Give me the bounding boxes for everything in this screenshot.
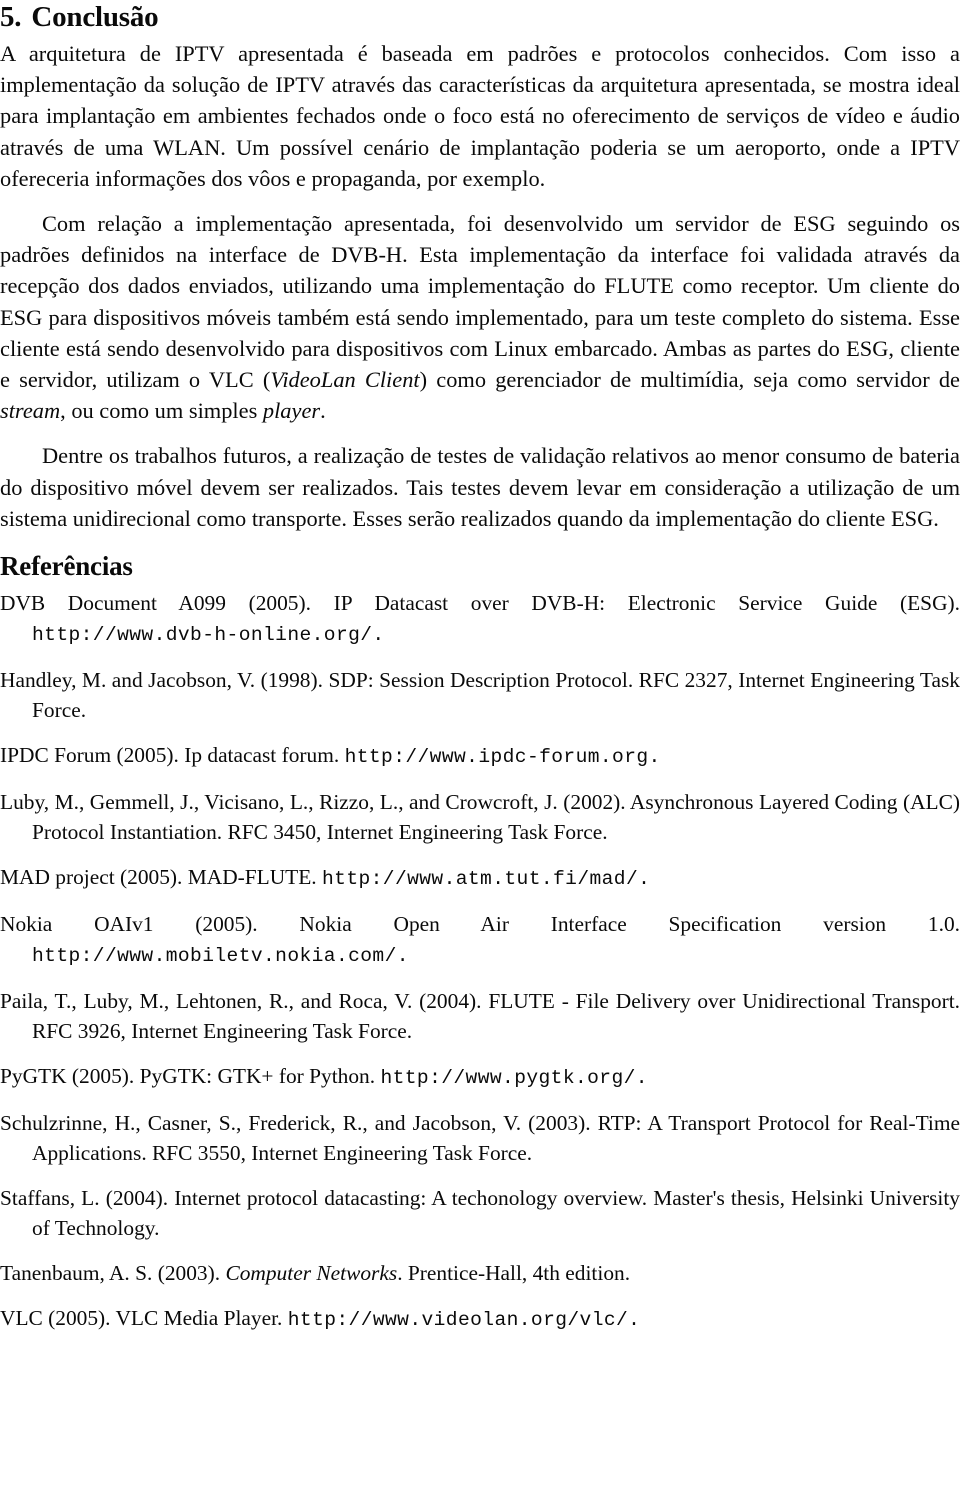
reference-entry: VLC (2005). VLC Media Player. http://www… (0, 1303, 960, 1335)
document-page: 5. Conclusão A arquitetura de IPTV aprese… (0, 0, 960, 1496)
text-run: Schulzrinne, H., Casner, S., Frederick, … (0, 1111, 960, 1166)
text-run: IPDC Forum (2005). Ip datacast forum. (0, 743, 345, 768)
reference-url[interactable]: http://www.ipdc-forum.org. (345, 746, 661, 768)
text-run: , ou como um simples (60, 398, 263, 424)
text-run: Tanenbaum, A. S. (2003). (0, 1261, 226, 1286)
text-run: PyGTK (2005). PyGTK: GTK+ for Python. (0, 1064, 381, 1089)
reference-url[interactable]: http://www.dvb-h-online.org/. (32, 624, 385, 646)
reference-url[interactable]: http://www.videolan.org/vlc/. (288, 1309, 641, 1331)
text-run: Luby, M., Gemmell, J., Vicisano, L., Riz… (0, 790, 960, 845)
reference-url[interactable]: http://www.pygtk.org/. (380, 1067, 647, 1089)
text-run: ) como gerenciador de multimídia, seja c… (419, 367, 960, 393)
references-list: DVB Document A099 (2005). IP Datacast ov… (0, 588, 960, 1335)
text-run: Dentre os trabalhos futuros, a realizaçã… (0, 443, 960, 531)
text-run: Com relação a implementação apresentada,… (0, 211, 960, 393)
reference-entry: Schulzrinne, H., Casner, S., Frederick, … (0, 1108, 960, 1168)
reference-entry: Handley, M. and Jacobson, V. (1998). SDP… (0, 665, 960, 725)
text-run: VLC (2005). VLC Media Player. (0, 1306, 288, 1331)
paragraph-p3: Dentre os trabalhos futuros, a realizaçã… (0, 440, 960, 534)
text-run: A arquitetura de IPTV apresentada é base… (0, 41, 960, 191)
text-run: Handley, M. and Jacobson, V. (1998). SDP… (0, 668, 960, 723)
reference-entry: Staffans, L. (2004). Internet protocol d… (0, 1183, 960, 1243)
emphasis-text: player (262, 398, 321, 424)
text-run: MAD project (2005). MAD-FLUTE. (0, 865, 322, 890)
text-run: DVB Document A099 (2005). IP Datacast ov… (0, 591, 960, 616)
paragraph-p1: A arquitetura de IPTV apresentada é base… (0, 38, 960, 194)
reference-entry: DVB Document A099 (2005). IP Datacast ov… (0, 588, 960, 650)
reference-url[interactable]: http://www.atm.tut.fi/mad/. (322, 868, 650, 890)
references-heading: Referências (0, 551, 133, 582)
reference-entry: Tanenbaum, A. S. (2003). Computer Networ… (0, 1258, 960, 1288)
section-number: 5. (0, 1, 22, 33)
emphasis-text: Computer Networks (225, 1261, 398, 1286)
text-run: . (320, 398, 326, 424)
conclusion-body: A arquitetura de IPTV apresentada é base… (0, 38, 960, 534)
text-run: Paila, T., Luby, M., Lehtonen, R., and R… (0, 989, 960, 1044)
text-run: . Prentice-Hall, 4th edition. (397, 1261, 631, 1286)
reference-entry: Nokia OAIv1 (2005). Nokia Open Air Inter… (0, 909, 960, 971)
emphasis-text: stream (0, 398, 61, 424)
text-run: Staffans, L. (2004). Internet protocol d… (0, 1186, 960, 1241)
text-run: Nokia OAIv1 (2005). Nokia Open Air Inter… (0, 912, 960, 937)
reference-entry: Luby, M., Gemmell, J., Vicisano, L., Riz… (0, 787, 960, 847)
reference-entry: PyGTK (2005). PyGTK: GTK+ for Python. ht… (0, 1061, 960, 1093)
paragraph-p2: Com relação a implementação apresentada,… (0, 208, 960, 426)
reference-url[interactable]: http://www.mobiletv.nokia.com/. (32, 945, 409, 967)
reference-entry: MAD project (2005). MAD-FLUTE. http://ww… (0, 862, 960, 894)
section-title: Conclusão (31, 1, 159, 33)
reference-entry: IPDC Forum (2005). Ip datacast forum. ht… (0, 740, 960, 772)
section-heading: 5. Conclusão (0, 0, 960, 34)
emphasis-text: VideoLan Client (270, 367, 420, 393)
reference-entry: Paila, T., Luby, M., Lehtonen, R., and R… (0, 986, 960, 1046)
